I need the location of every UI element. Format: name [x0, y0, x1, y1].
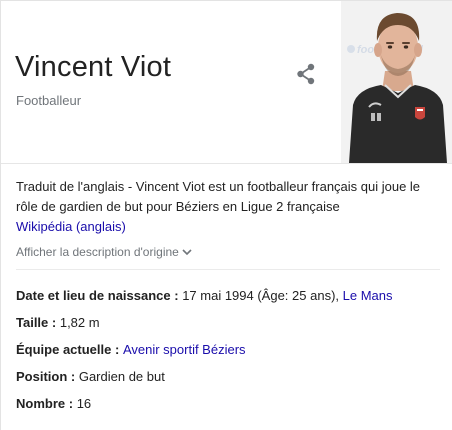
fact-height-value: 1,82 m — [59, 315, 100, 330]
entity-subtitle: Footballeur — [16, 93, 82, 108]
share-icon — [297, 63, 315, 85]
player-photo[interactable]: foot national — [341, 1, 452, 163]
fact-position: Position : Gardien de but — [16, 369, 165, 384]
fact-team-label: Équipe actuelle — [16, 342, 112, 357]
fact-birth-label: Date et lieu de naissance — [16, 288, 171, 303]
show-original-description-button[interactable]: Afficher la description d'origine — [16, 245, 192, 259]
birthplace-link[interactable]: Le Mans — [343, 288, 393, 303]
fact-number-label: Nombre — [16, 396, 66, 411]
entity-description: Traduit de l'anglais - Vincent Viot est … — [16, 177, 428, 237]
fact-team: Équipe actuelle : Avenir sportif Béziers — [16, 342, 246, 357]
fact-number: Nombre : 16 — [16, 396, 92, 411]
fact-birth-value: 17 mai 1994 (Âge: 25 ans), — [182, 288, 340, 303]
fact-height: Taille : 1,82 m — [16, 315, 100, 330]
fact-birth: Date et lieu de naissance : 17 mai 1994 … — [16, 288, 393, 303]
description-text: Traduit de l'anglais - Vincent Viot est … — [16, 179, 421, 214]
section-divider — [16, 269, 440, 270]
fact-height-label: Taille — [16, 315, 49, 330]
share-button[interactable] — [293, 61, 319, 87]
knowledge-panel: Vincent Viot Footballeur foot national — [0, 0, 452, 430]
fact-position-value: Gardien de but — [78, 369, 165, 384]
fact-number-value: 16 — [76, 396, 92, 411]
fact-position-label: Position — [16, 369, 68, 384]
wikipedia-link[interactable]: Wikipédia (anglais) — [16, 219, 126, 234]
chevron-down-icon — [182, 249, 192, 256]
show-original-label: Afficher la description d'origine — [16, 245, 179, 259]
panel-header: Vincent Viot Footballeur foot national — [1, 1, 452, 164]
team-link[interactable]: Avenir sportif Béziers — [123, 342, 246, 357]
entity-name: Vincent Viot — [15, 51, 172, 83]
player-photo-image: foot national — [341, 1, 452, 163]
